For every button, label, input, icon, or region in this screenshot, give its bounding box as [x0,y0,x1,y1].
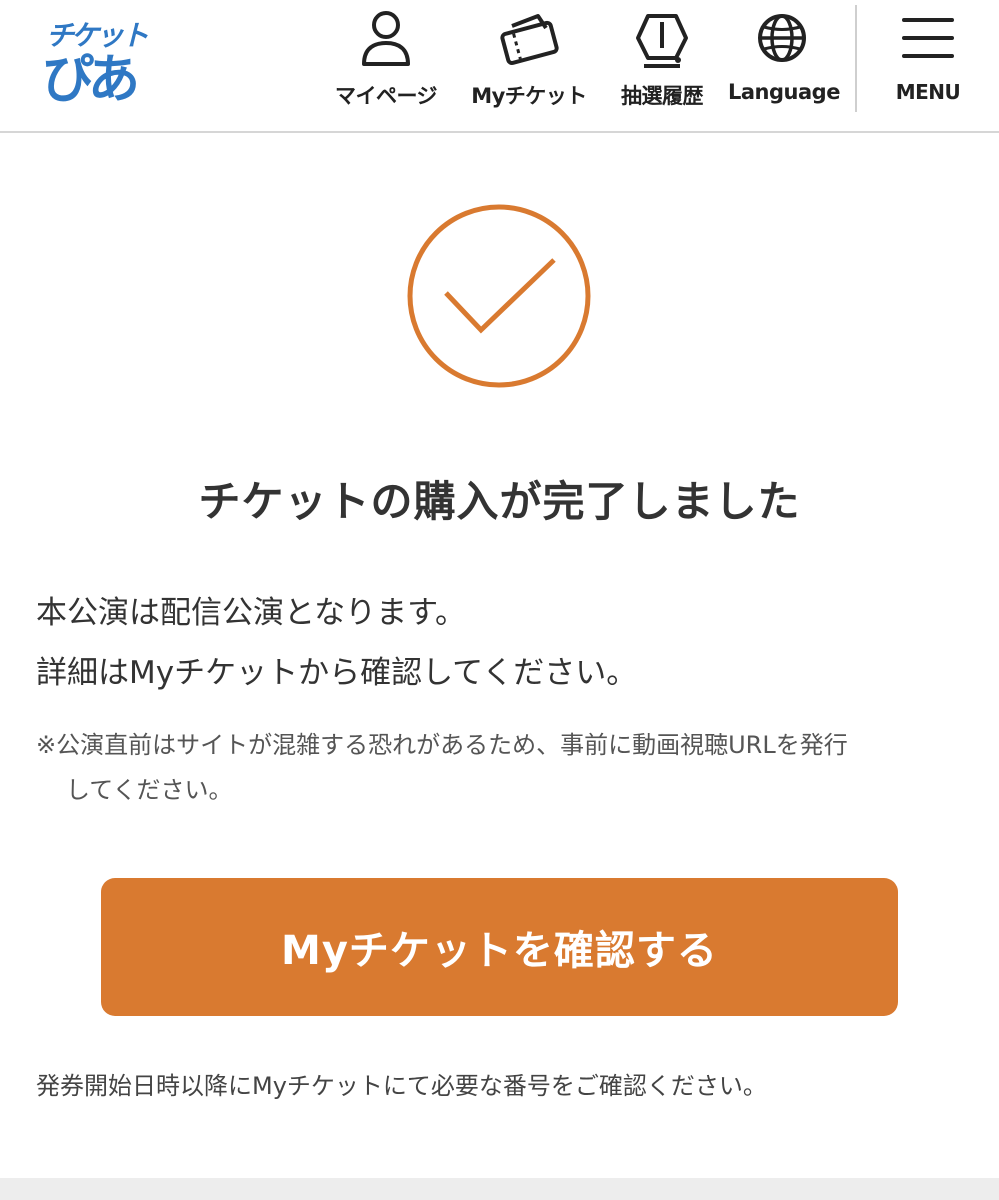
ticket-icon [500,14,559,65]
person-icon [362,11,410,66]
nav-mypage[interactable]: マイページ [322,8,450,118]
lottery-icon [636,14,688,68]
header-divider [855,5,857,112]
globe-icon [758,14,806,62]
menu-label: MENU [895,80,961,104]
logo-line1: チケット [46,19,149,52]
menu-button[interactable]: MENU [868,8,988,118]
notice-line-1: ※公演直前はサイトが混雑する恐れがあるため、事前に動画視聴URLを発行 [36,731,848,759]
ticket-pia-logo[interactable]: チケット ぴあ [40,10,155,110]
hamburger-menu-icon [902,18,954,58]
nav-lottery-history[interactable]: 抽選履歴 [606,8,718,118]
nav-myticket-label: Myチケット [471,84,587,108]
completion-title: チケットの購入が完了しました [198,477,801,526]
message-line-2: 詳細はMyチケットから確認してください。 [36,655,638,691]
nav-history-label: 抽選履歴 [621,84,704,108]
nav-mypage-label: マイページ [334,84,438,108]
nav-myticket[interactable]: Myチケット [466,8,592,118]
message-line-1: 本公演は配信公演となります。 [36,595,466,631]
site-header: チケット ぴあ マイページ Myチケット 抽選履歴 Language MENU [0,0,999,133]
nav-language-label: Language [728,80,840,104]
ticketing-footnote: 発券開始日時以降にMyチケットにて必要な番号をご確認ください。 [36,1072,767,1100]
page-footer-band [0,1178,999,1200]
notice-text: ※公演直前はサイトが混雑する恐れがあるため、事前に動画視聴URLを発行 してくだ… [36,723,976,813]
nav-language[interactable]: Language [728,8,840,118]
check-myticket-button[interactable]: Myチケットを確認する [101,878,898,1016]
completion-message: 本公演は配信公演となります。 詳細はMyチケットから確認してください。 [36,583,966,703]
notice-line-2: してください。 [66,776,233,804]
logo-line2: ぴあ [42,50,140,110]
check-circle-icon [407,204,591,388]
